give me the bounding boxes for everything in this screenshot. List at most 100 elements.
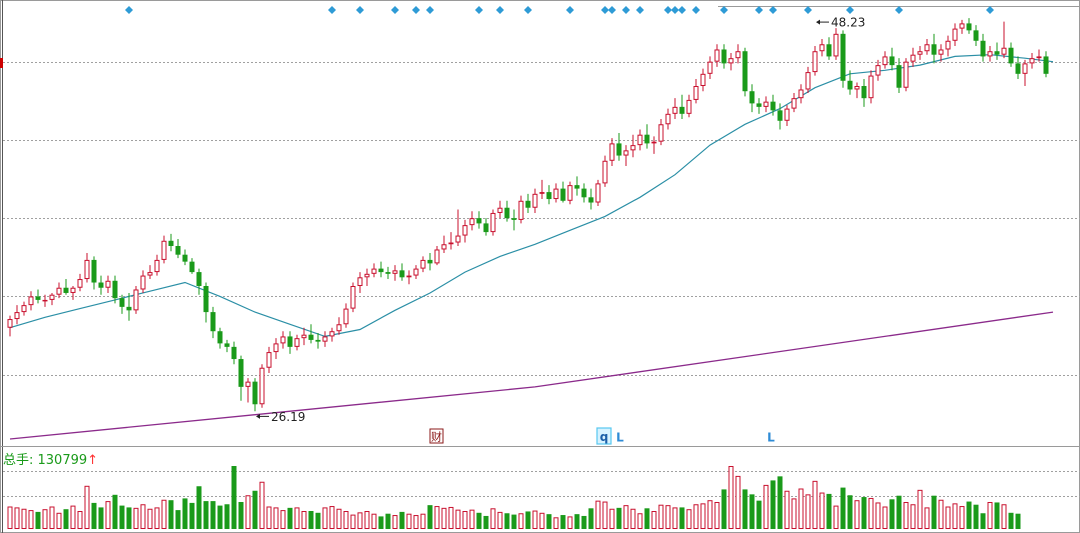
- candle-body-up: [735, 51, 741, 59]
- candle-body-down: [826, 44, 832, 57]
- candle-body-up: [868, 75, 874, 99]
- candle-body-down: [308, 334, 314, 340]
- signal-diamond-icon: [622, 6, 630, 14]
- candle-body-down: [196, 272, 202, 286]
- volume-bar-up: [693, 504, 699, 529]
- candle-body-down: [252, 381, 258, 405]
- volume-bar-up: [462, 511, 468, 529]
- volume-bar-down: [644, 508, 650, 529]
- volume-bar-down: [119, 505, 125, 529]
- candle-body-up: [392, 270, 398, 274]
- volume-bar-up: [448, 506, 454, 530]
- signal-diamond-icon: [692, 6, 700, 14]
- volume-bar-up: [70, 505, 76, 530]
- volume-bar-down: [840, 487, 846, 529]
- volume-bar-up: [77, 511, 83, 529]
- volume-bar-up: [245, 495, 251, 529]
- candle-body-up: [532, 193, 538, 208]
- candle-body-down: [840, 33, 846, 81]
- candle-body-up: [154, 259, 160, 273]
- candle-body-down: [889, 56, 895, 66]
- candle-body-up: [14, 312, 20, 320]
- signal-diamond-icon: [391, 6, 399, 14]
- candle-body-up: [259, 367, 265, 405]
- candle-body-up: [693, 86, 699, 100]
- volume-bar-up: [518, 513, 524, 529]
- candle-body-up: [147, 272, 153, 276]
- volume-bar-down: [1015, 513, 1021, 529]
- candle-body-down: [112, 280, 118, 299]
- volume-bar-down: [35, 511, 41, 529]
- volume-bar-up: [917, 489, 923, 530]
- candle-body-up: [637, 134, 643, 146]
- volume-bar-up: [805, 494, 811, 530]
- signal-diamond-icon: [524, 6, 532, 14]
- q-marker[interactable]: q: [600, 430, 609, 444]
- candle-body-up: [343, 308, 349, 325]
- volume-bar-down: [588, 508, 594, 529]
- candle-body-down: [980, 40, 986, 57]
- volume-bar-up: [798, 488, 804, 529]
- candle-body-down: [721, 49, 727, 64]
- candle-body-down: [770, 101, 776, 111]
- candle-body-down: [315, 339, 321, 342]
- l-marker-1[interactable]: L: [616, 431, 624, 445]
- candle-body-down: [217, 331, 223, 344]
- candle-body-down: [483, 223, 489, 233]
- candle-body-up: [875, 65, 881, 76]
- candle-body-up: [357, 277, 363, 287]
- candle-body-up: [714, 49, 720, 62]
- volume-bar-down: [427, 505, 433, 529]
- candle-body-up: [301, 334, 307, 339]
- volume-bar-down: [861, 497, 867, 529]
- candle-body-up: [336, 324, 342, 332]
- volume-bar-down: [399, 511, 405, 529]
- candle-body-up: [882, 56, 888, 66]
- volume-bar-up: [105, 501, 111, 530]
- candle-body-down: [210, 312, 216, 332]
- candle-body-up: [406, 275, 412, 278]
- signal-diamond-icon: [125, 6, 133, 14]
- signal-diamond-icon: [412, 6, 420, 14]
- volume-bar-up: [301, 511, 307, 529]
- candle-body-down: [525, 200, 531, 208]
- volume-bar-up: [161, 499, 167, 529]
- kline-chart: 48.23 26.19 财 q L L: [0, 0, 1080, 533]
- volume-bar-down: [378, 516, 384, 529]
- candle-body-down: [238, 359, 244, 387]
- candle-body-down: [189, 261, 195, 273]
- volume-arrow-icon: ↑: [87, 453, 99, 468]
- volume-bar-down: [896, 495, 902, 529]
- candle-body-down: [581, 188, 587, 198]
- candle-body-down: [63, 287, 69, 293]
- candle-body-up: [952, 28, 958, 41]
- volume-bar-down: [756, 500, 762, 529]
- volume-bar-down: [476, 512, 482, 529]
- volume-bar-down: [252, 490, 258, 529]
- candle-body-up: [763, 101, 769, 107]
- candle-body-up: [350, 286, 356, 309]
- volume-bar-up: [329, 506, 335, 529]
- volume-bar-up: [539, 512, 545, 529]
- chart-frame: [0, 0, 1080, 533]
- candle-body-down: [588, 197, 594, 203]
- volume-bar-down: [385, 513, 391, 529]
- volume-bar-up: [910, 504, 916, 529]
- candle-body-down: [378, 268, 384, 273]
- candle-body-up: [245, 381, 251, 387]
- volume-bar-up: [763, 484, 769, 529]
- candle-body-up: [518, 200, 524, 220]
- volume-bar-down: [973, 504, 979, 529]
- candle-body-down: [777, 110, 783, 121]
- candle-body-up: [665, 113, 671, 125]
- candle-body-down: [168, 240, 174, 246]
- l-marker-2[interactable]: L: [767, 431, 775, 445]
- volume-bar-up: [280, 510, 286, 530]
- candle-body-up: [1029, 58, 1035, 64]
- volume-bar-up: [441, 507, 447, 530]
- candle-body-down: [749, 91, 755, 104]
- volume-bar-down: [889, 499, 895, 529]
- signal-diamond-icon: [601, 6, 609, 14]
- candle-body-up: [56, 287, 62, 295]
- fin-marker[interactable]: 财: [431, 430, 442, 444]
